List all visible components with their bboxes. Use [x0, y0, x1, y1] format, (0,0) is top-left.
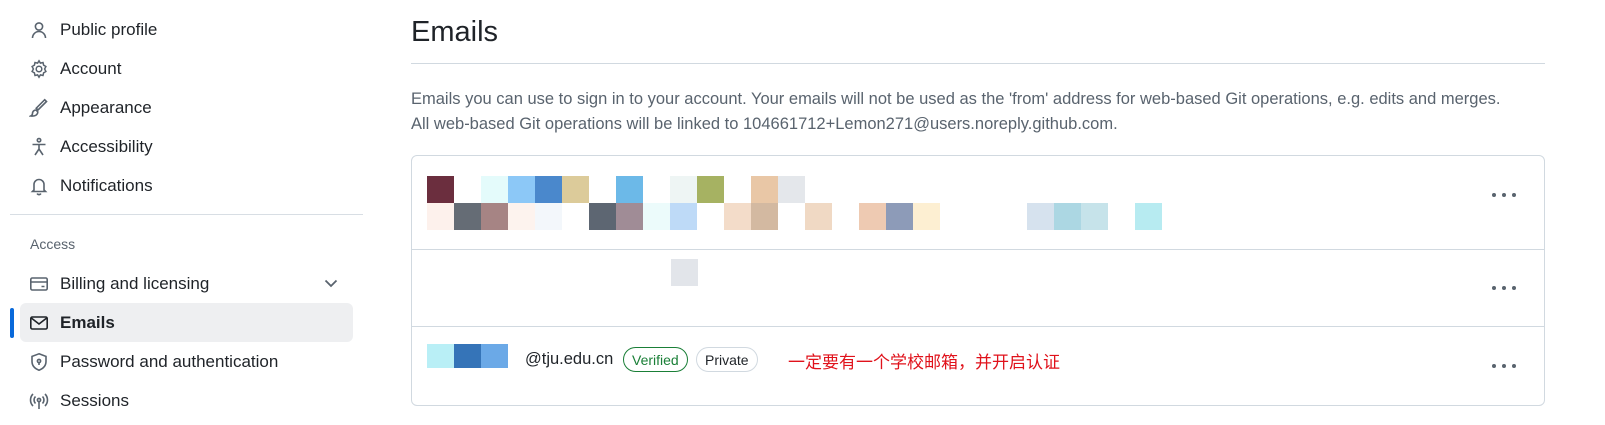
- sidebar-item-label: Password and authentication: [60, 351, 279, 371]
- mail-icon: [28, 312, 50, 334]
- kebab-dot: [1502, 364, 1506, 368]
- emails-description: Emails you can use to sign in to your ac…: [411, 87, 1545, 137]
- sidebar-item-label: Notifications: [60, 175, 153, 195]
- gear-icon: [28, 58, 50, 80]
- sidebar-item-password[interactable]: Password and authentication: [20, 342, 353, 381]
- email-options-menu-button[interactable]: [1492, 187, 1516, 203]
- email-row: @tju.edu.cn Verified Private 一定要有一个学校邮箱，…: [412, 327, 1544, 405]
- emails-settings-panel: Emails Emails you can use to sign in to …: [411, 0, 1545, 425]
- kebab-dot: [1512, 193, 1516, 197]
- sidebar-divider: [10, 214, 363, 215]
- sidebar-item-emails[interactable]: Emails: [20, 303, 353, 342]
- bell-icon: [28, 175, 50, 197]
- email-options-menu-button[interactable]: [1492, 280, 1516, 296]
- sidebar-item-label: Account: [60, 58, 122, 78]
- settings-sidebar: Public profile Account Appearance Access…: [0, 0, 370, 425]
- redacted-email-mosaic: [427, 344, 508, 369]
- sidebar-item-notifications[interactable]: Notifications: [20, 166, 353, 205]
- page-title: Emails: [411, 16, 499, 48]
- sidebar-item-sessions[interactable]: Sessions: [20, 381, 353, 420]
- kebab-dot: [1512, 364, 1516, 368]
- email-row: [412, 250, 1544, 327]
- sidebar-item-accessibility[interactable]: Accessibility: [20, 127, 353, 166]
- verified-badge: Verified: [623, 347, 688, 372]
- kebab-dot: [1502, 193, 1506, 197]
- description-line-2: All web-based Git operations will be lin…: [411, 115, 1118, 133]
- accessibility-icon: [28, 136, 50, 158]
- email-row: [412, 156, 1544, 250]
- shield-lock-icon: [28, 351, 50, 373]
- credit-card-icon: [28, 273, 50, 295]
- broadcast-icon: [28, 390, 50, 412]
- sidebar-item-label: Appearance: [60, 97, 152, 117]
- sidebar-item-billing[interactable]: Billing and licensing: [20, 264, 353, 303]
- sidebar-item-label: Billing and licensing: [60, 273, 210, 293]
- sidebar-item-public-profile[interactable]: Public profile: [20, 10, 353, 49]
- kebab-dot: [1512, 286, 1516, 290]
- sidebar-item-label: Sessions: [60, 390, 129, 410]
- description-line-1: Emails you can use to sign in to your ac…: [411, 90, 1501, 108]
- sidebar-item-label: Accessibility: [60, 136, 153, 156]
- kebab-dot: [1492, 364, 1496, 368]
- email-list: @tju.edu.cn Verified Private 一定要有一个学校邮箱，…: [411, 155, 1545, 406]
- red-annotation-text: 一定要有一个学校邮箱，并开启认证: [788, 353, 1060, 373]
- redacted-email-mosaic: [427, 176, 1167, 232]
- sidebar-item-appearance[interactable]: Appearance: [20, 88, 353, 127]
- kebab-dot: [1502, 286, 1506, 290]
- email-options-menu-button[interactable]: [1492, 358, 1516, 374]
- active-indicator: [10, 308, 14, 338]
- kebab-dot: [1492, 286, 1496, 290]
- paintbrush-icon: [28, 97, 50, 119]
- title-divider: [411, 63, 1545, 64]
- kebab-dot: [1492, 193, 1496, 197]
- person-icon: [28, 19, 50, 41]
- redacted-email-mosaic: [671, 259, 701, 289]
- sidebar-item-label: Emails: [60, 312, 115, 332]
- email-address: @tju.edu.cn: [525, 350, 614, 368]
- sidebar-item-account[interactable]: Account: [20, 49, 353, 88]
- private-badge: Private: [696, 347, 758, 372]
- chevron-down-icon[interactable]: [321, 273, 341, 293]
- sidebar-item-label: Public profile: [60, 19, 158, 39]
- sidebar-section-heading: Access: [30, 236, 76, 252]
